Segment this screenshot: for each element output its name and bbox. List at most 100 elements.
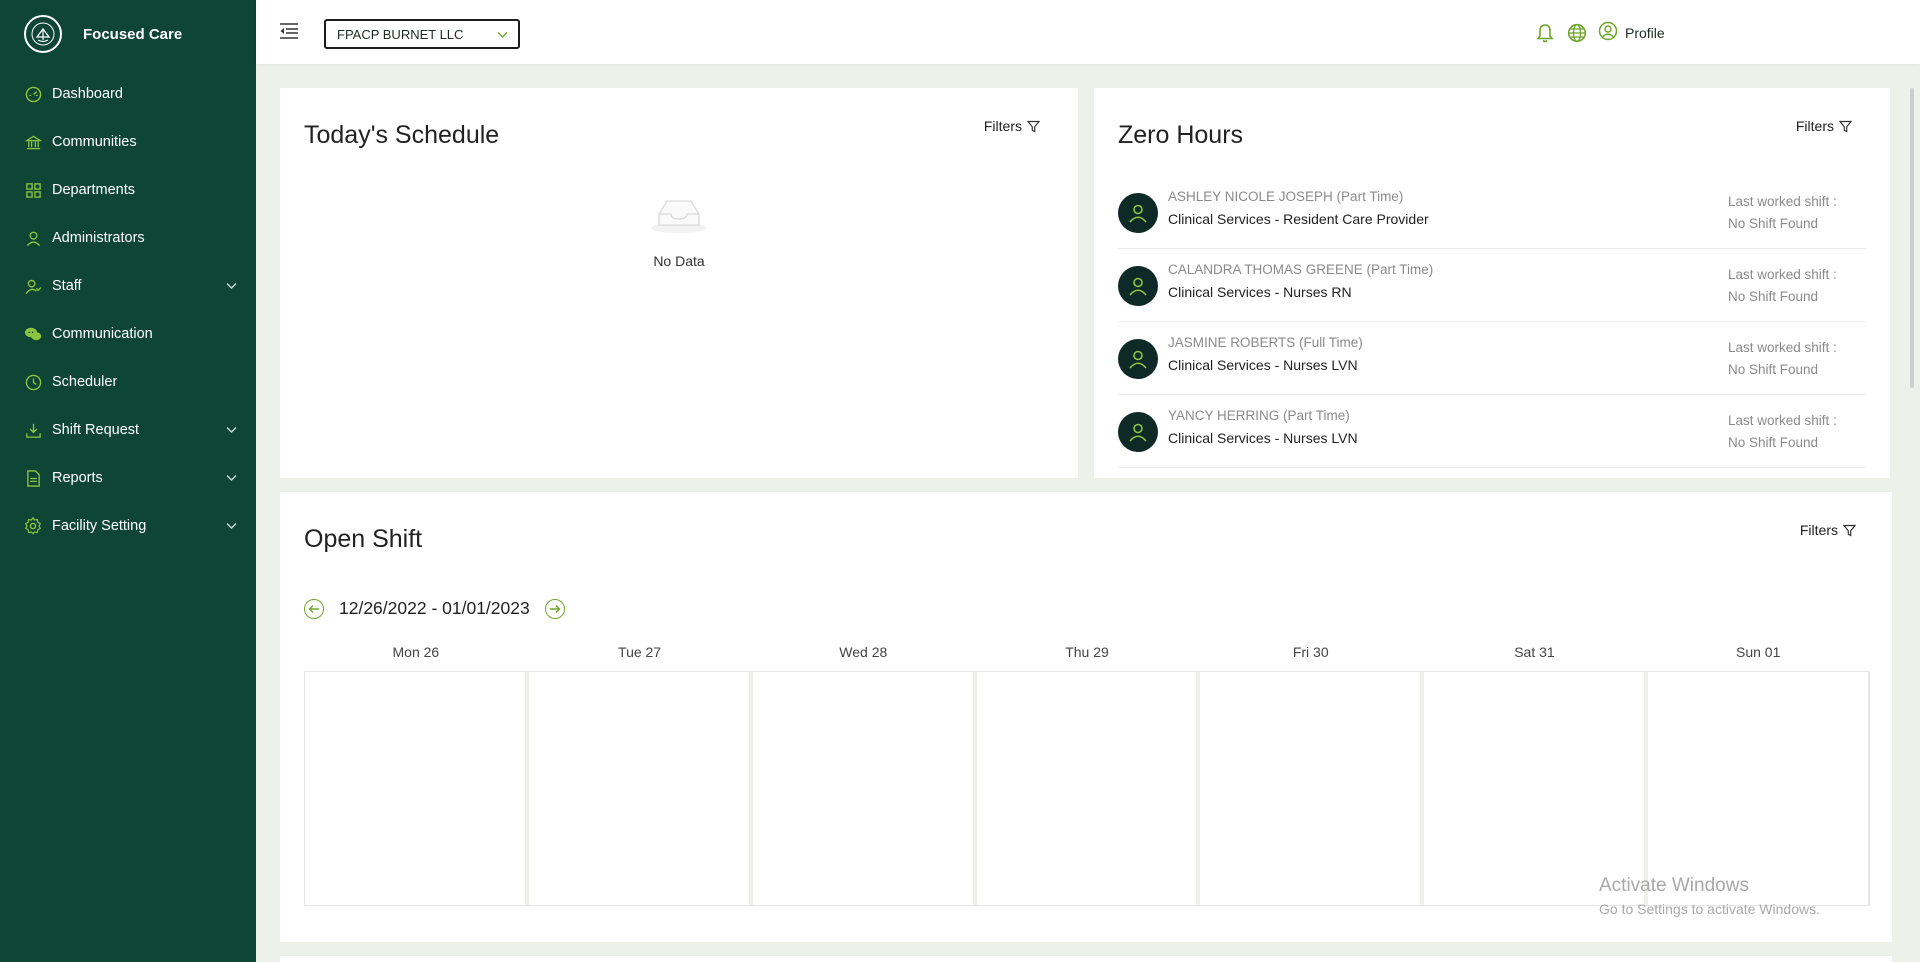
next-card (280, 956, 1892, 962)
last-worked-shift: Last worked shift : No Shift Found (1728, 410, 1848, 454)
last-worked-shift: Last worked shift : No Shift Found (1728, 264, 1848, 308)
dashboard-icon (24, 85, 42, 103)
avatar (1118, 339, 1158, 379)
list-item[interactable]: CALANDRA THOMAS GREENE (Part Time) Clini… (1118, 249, 1866, 322)
filters-label: Filters (1799, 522, 1838, 538)
grid-icon (24, 181, 42, 199)
avatar (1118, 412, 1158, 452)
filter-icon (1838, 120, 1853, 133)
day-cell[interactable] (305, 672, 529, 905)
day-header: Mon 26 (392, 644, 440, 660)
filter-icon (1026, 120, 1041, 133)
todays-schedule-card: Today's Schedule Filters No Data (280, 88, 1078, 478)
filter-icon (1842, 524, 1857, 537)
day-cell[interactable] (1648, 672, 1870, 905)
staff-name: ASHLEY NICOLE JOSEPH (Part Time) (1168, 189, 1404, 204)
day-cell[interactable] (1200, 672, 1425, 905)
todays-schedule-filters-button[interactable]: Filters (984, 118, 1041, 134)
list-item[interactable]: JASMINE ROBERTS (Full Time) Clinical Ser… (1118, 322, 1866, 395)
day-cell[interactable] (529, 672, 753, 905)
week-range: 12/26/2022 - 01/01/2023 (339, 598, 530, 618)
sidebar-item-staff[interactable]: Staff (0, 262, 256, 310)
sidebar-item-label: Shift Request (52, 422, 140, 438)
list-item-partial[interactable] (1118, 468, 1866, 479)
menu-fold-icon (280, 23, 298, 39)
sidebar: Focused Care Dashboard Communities Depar… (0, 0, 256, 962)
page-scrollbar[interactable] (1910, 88, 1914, 388)
sidebar-item-scheduler[interactable]: Scheduler (0, 358, 256, 406)
next-week-button[interactable] (544, 598, 565, 619)
avatar (1118, 266, 1158, 306)
download-icon (24, 421, 42, 439)
arrow-left-icon (308, 604, 319, 613)
day-cell[interactable] (977, 672, 1201, 905)
brand-name: Focused Care (83, 25, 183, 43)
chevron-down-icon (224, 279, 238, 293)
gear-icon (24, 517, 42, 535)
zero-hours-title: Zero Hours (1118, 121, 1244, 149)
week-navigator: 12/26/2022 - 01/01/2023 (304, 598, 565, 619)
day-cell[interactable] (1424, 672, 1649, 905)
zero-hours-list[interactable]: ASHLEY NICOLE JOSEPH (Part Time) Clinica… (1118, 176, 1866, 479)
header-actions: Profile (1520, 0, 1920, 64)
user-icon (1129, 423, 1147, 442)
facility-select-value: FPACP BURNET LLC (337, 26, 464, 42)
bell-icon[interactable] (1536, 23, 1554, 43)
empty-state: No Data (280, 192, 1078, 269)
sidebar-item-label: Communication (52, 326, 153, 342)
activate-windows-watermark: Activate Windows Go to Settings to activ… (1599, 875, 1820, 917)
sidebar-item-label: Reports (52, 470, 103, 486)
prev-week-button[interactable] (304, 598, 324, 619)
last-worked-value: No Shift Found (1728, 216, 1819, 231)
todays-schedule-title: Today's Schedule (304, 121, 500, 149)
filters-label: Filters (1795, 118, 1834, 134)
sidebar-item-dashboard[interactable]: Dashboard (0, 70, 256, 118)
menu-toggle-button[interactable] (279, 22, 301, 42)
day-header: Sun 01 (1735, 644, 1781, 660)
empty-state-label: No Data (653, 253, 705, 269)
brand[interactable]: Focused Care (0, 0, 256, 68)
day-cell[interactable] (753, 672, 977, 905)
last-worked-value: No Shift Found (1728, 289, 1819, 304)
staff-name: CALANDRA THOMAS GREENE (Part Time) (1168, 262, 1434, 277)
list-item[interactable]: ASHLEY NICOLE JOSEPH (Part Time) Clinica… (1118, 176, 1866, 249)
top-bar: FPACP BURNET LLC Profile (256, 0, 1920, 64)
sidebar-item-shift-request[interactable]: Shift Request (0, 406, 256, 454)
week-days-grid (304, 671, 1870, 906)
sidebar-item-label: Facility Setting (52, 518, 147, 534)
user-icon (1129, 204, 1147, 223)
avatar (1118, 193, 1158, 233)
sidebar-item-facility-setting[interactable]: Facility Setting (0, 502, 256, 550)
day-header: Thu 29 (1065, 644, 1109, 660)
chevron-down-icon (224, 423, 238, 437)
sidebar-item-label: Communities (52, 134, 137, 150)
last-worked-shift: Last worked shift : No Shift Found (1728, 337, 1848, 381)
sidebar-item-communication[interactable]: Communication (0, 310, 256, 358)
chevron-down-icon (497, 27, 508, 42)
facility-select[interactable]: FPACP BURNET LLC (324, 19, 520, 49)
chevron-down-icon (224, 471, 238, 485)
zero-hours-filters-button[interactable]: Filters (1795, 118, 1853, 134)
last-worked-label: Last worked shift : (1728, 340, 1837, 355)
zero-hours-card: Zero Hours Filters ASHLEY NICOLE JOSEPH … (1094, 88, 1890, 478)
week-days-header: Mon 26 Tue 27 Wed 28 Thu 29 Fri 30 Sat 3… (304, 644, 1870, 660)
last-worked-label: Last worked shift : (1728, 267, 1837, 282)
last-worked-label: Last worked shift : (1728, 194, 1837, 209)
profile-menu[interactable]: Profile (1598, 21, 1665, 44)
last-worked-value: No Shift Found (1728, 362, 1819, 377)
list-item[interactable]: YANCY HERRING (Part Time) Clinical Servi… (1118, 395, 1866, 468)
open-shift-title: Open Shift (304, 525, 423, 553)
sidebar-item-communities[interactable]: Communities (0, 118, 256, 166)
last-worked-shift: Last worked shift : No Shift Found (1728, 191, 1848, 235)
profile-label: Profile (1625, 24, 1665, 41)
day-header: Sat 31 (1514, 644, 1555, 660)
watermark-line2: Go to Settings to activate Windows. (1599, 901, 1820, 917)
sidebar-item-departments[interactable]: Departments (0, 166, 256, 214)
last-worked-value: No Shift Found (1728, 435, 1819, 450)
inbox-icon (647, 200, 711, 238)
sidebar-item-administrators[interactable]: Administrators (0, 214, 256, 262)
last-worked-label: Last worked shift : (1728, 413, 1837, 428)
sidebar-item-reports[interactable]: Reports (0, 454, 256, 502)
globe-icon[interactable] (1567, 23, 1587, 43)
open-shift-filters-button[interactable]: Filters (1799, 522, 1857, 538)
